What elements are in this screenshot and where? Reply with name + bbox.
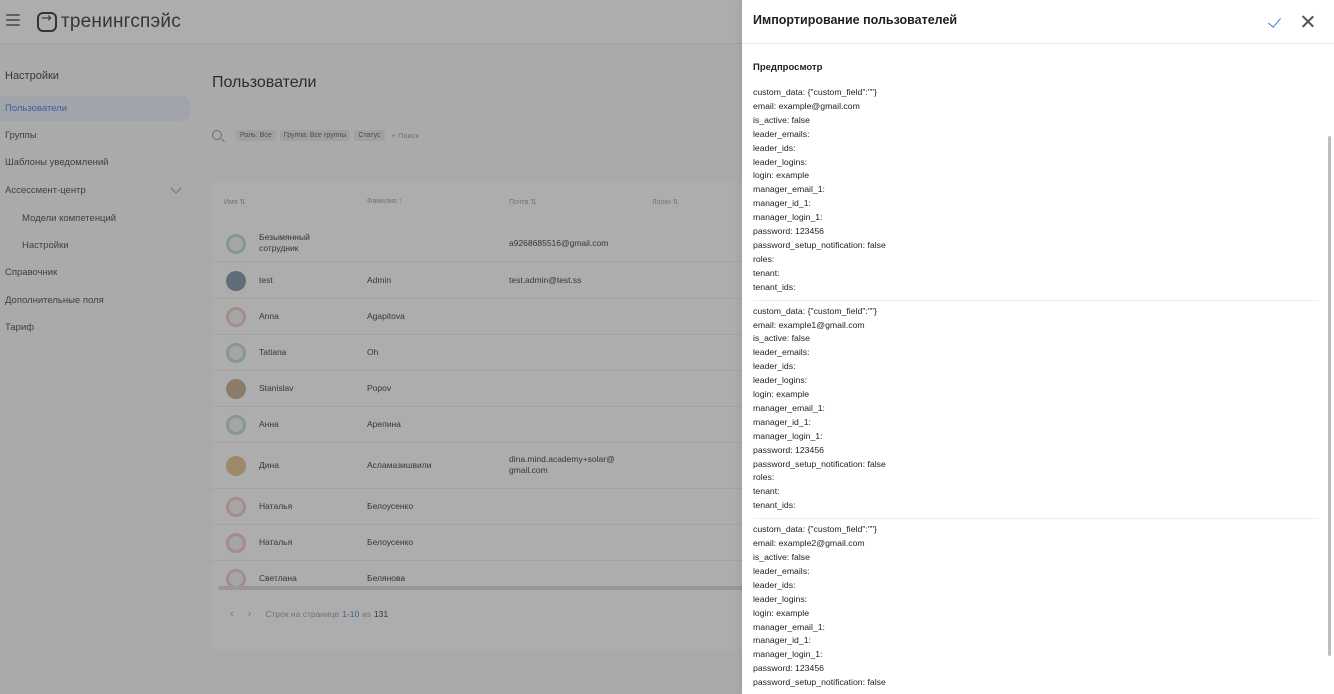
vertical-scrollbar[interactable] [1328, 136, 1331, 656]
preview-field: manager_id_1: [753, 416, 811, 427]
preview-field: leader_logins: [753, 156, 808, 167]
preview-field: login: example [753, 607, 810, 618]
preview-field: manager_login_1: [753, 649, 823, 660]
preview-label: Предпросмотр [753, 62, 823, 73]
preview-field: manager_email_1: [753, 402, 825, 413]
preview-field: custom_data: {"custom_field":""} [753, 524, 877, 535]
drawer-title: Импортирование пользователей [753, 13, 958, 27]
preview-field: password: 123456 [753, 226, 824, 237]
preview-field: is_active: false [753, 333, 810, 344]
confirm-button[interactable] [1266, 12, 1286, 32]
close-button[interactable] [1298, 12, 1318, 32]
preview-field: tenant_ids: [753, 500, 796, 511]
preview-field: password_setup_notification: false [753, 239, 886, 250]
preview-field: password_setup_notification: false [753, 458, 886, 469]
preview-field: password: 123456 [753, 444, 824, 455]
preview-field: custom_data: {"custom_field":""} [753, 305, 877, 316]
preview-field: tenant: [753, 267, 780, 278]
preview-field: leader_emails: [753, 347, 810, 358]
preview-record: custom_data: {"custom_field":""} email: e… [753, 305, 1319, 520]
preview-record: custom_data: {"custom_field":""} email: e… [753, 523, 1319, 694]
preview-field: manager_email_1: [753, 621, 825, 632]
preview-field: manager_email_1: [753, 184, 825, 195]
drawer-header: Импортирование пользователей [742, 0, 1334, 44]
check-icon [1267, 14, 1282, 28]
preview-field: leader_logins: [753, 375, 808, 386]
preview-field: tenant: [753, 486, 780, 497]
preview-field: leader_logins: [753, 593, 808, 604]
preview-field: manager_id_1: [753, 635, 811, 646]
preview-field: tenant_ids: [753, 281, 796, 292]
modal-backdrop[interactable] [0, 0, 742, 694]
preview-records: custom_data: {"custom_field":""} email: e… [753, 86, 1319, 694]
preview-field: is_active: false [753, 114, 810, 125]
preview-field: leader_emails: [753, 565, 810, 576]
preview-field: roles: [753, 472, 775, 483]
preview-field: leader_ids: [753, 361, 796, 372]
preview-field: leader_emails: [753, 128, 810, 139]
preview-field: leader_ids: [753, 142, 796, 153]
preview-field: leader_ids: [753, 579, 796, 590]
preview-field: login: example [753, 389, 810, 400]
preview-record: custom_data: {"custom_field":""} email: e… [753, 86, 1319, 301]
preview-field: roles: [753, 253, 775, 264]
import-users-drawer: Импортирование пользователей Предпросмот… [742, 0, 1334, 694]
preview-field: password: 123456 [753, 663, 824, 674]
preview-field: manager_login_1: [753, 212, 823, 223]
preview-field: manager_login_1: [753, 430, 823, 441]
preview-field: password_setup_notification: false [753, 677, 886, 688]
preview-field: email: example2@gmail.com [753, 538, 865, 549]
preview-field: manager_id_1: [753, 198, 811, 209]
preview-field: email: example1@gmail.com [753, 319, 865, 330]
preview-field: login: example [753, 170, 810, 181]
preview-field: is_active: false [753, 552, 810, 562]
preview-field: email: example@gmail.com [753, 100, 860, 111]
preview-field: custom_data: {"custom_field":""} [753, 87, 877, 97]
